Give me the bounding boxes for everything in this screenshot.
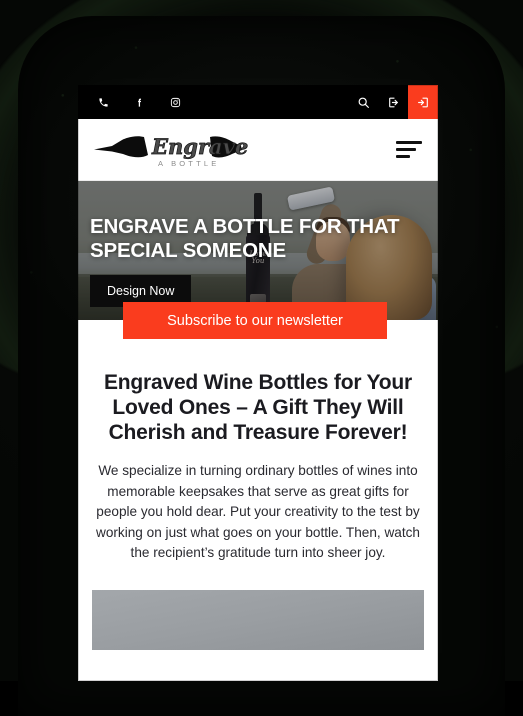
logo-graphic: Engrave A BOTTLE [94,133,249,168]
intro-photo [92,589,424,650]
hamburger-bar [396,155,410,158]
site-header: Engrave A BOTTLE Engrave A BOTTLE [78,119,438,181]
hero-section: Love You ENGRAVE A BOTTLE FOR THAT SPECI… [78,181,438,320]
logout-icon[interactable] [378,85,408,119]
hamburger-bar [396,141,422,144]
account-actions [348,85,438,119]
instagram-icon[interactable] [162,97,188,108]
intro-section: Engraved Wine Bottles for Your Loved One… [78,350,438,564]
social-links [78,97,188,108]
hero-content: ENGRAVE A BOTTLE FOR THAT SPECIAL SOMEON… [90,215,428,307]
facebook-icon[interactable] [126,97,152,108]
phone-icon[interactable] [90,97,116,108]
newsletter-zone: Subscribe to our newsletter [78,302,438,350]
intro-paragraph: We specialize in turning ordinary bottle… [96,463,420,560]
intro-heading: Engraved Wine Bottles for Your Loved One… [103,371,413,444]
top-utility-bar [78,85,438,119]
phone-screen: Engrave A BOTTLE Engrave A BOTTLE Love [78,85,438,681]
hamburger-menu-icon[interactable] [396,141,422,158]
hero-title: ENGRAVE A BOTTLE FOR THAT SPECIAL SOMEON… [90,215,400,262]
svg-text:Engrave: Engrave [151,134,248,159]
subscribe-newsletter-button[interactable]: Subscribe to our newsletter [123,302,387,339]
login-icon[interactable] [408,85,438,119]
svg-text:A BOTTLE: A BOTTLE [158,159,219,168]
site-logo[interactable]: Engrave A BOTTLE Engrave A BOTTLE [92,129,260,171]
search-icon[interactable] [348,85,378,119]
hamburger-bar [396,148,416,151]
